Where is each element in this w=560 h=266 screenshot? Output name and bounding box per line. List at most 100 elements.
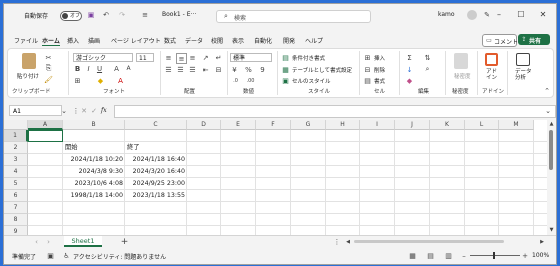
cell-b3[interactable]: 2024/1/18 10:20 (65, 154, 123, 166)
scroll-up-icon[interactable]: ▲ (547, 120, 556, 128)
row-header[interactable]: 3 (4, 154, 28, 166)
italic-icon[interactable]: I (84, 64, 93, 73)
column-header[interactable]: F (256, 120, 291, 130)
grow-font-icon[interactable]: A (112, 64, 121, 73)
enter-icon[interactable]: ✓ (90, 106, 98, 116)
tab-formulas[interactable]: 数式 (164, 36, 176, 45)
add-sheet-button[interactable]: + (120, 237, 129, 247)
select-all-corner[interactable] (4, 120, 28, 130)
row-header[interactable]: 7 (4, 202, 28, 214)
minimize-icon[interactable]: – (492, 8, 506, 20)
font-name-select[interactable]: 游ゴシック (73, 53, 133, 62)
cancel-icon[interactable]: ✕ (80, 106, 88, 116)
row-header[interactable]: 2 (4, 142, 28, 154)
zoom-level[interactable]: 100% (532, 252, 549, 259)
shrink-font-icon[interactable]: A (124, 64, 133, 73)
align-top-icon[interactable]: ≡ (164, 53, 173, 62)
tab-view[interactable]: 表示 (232, 36, 244, 45)
column-header[interactable]: B (63, 120, 125, 130)
column-header[interactable]: H (326, 120, 360, 130)
tab-home[interactable]: ホーム (42, 36, 60, 46)
column-header[interactable]: L (465, 120, 499, 130)
more-icon[interactable]: ⋮ (72, 106, 80, 116)
macro-record-icon[interactable]: ▣ (46, 251, 55, 260)
column-header[interactable]: E (221, 120, 256, 130)
search-box[interactable]: ⌕ 検索 (216, 10, 371, 23)
cell-c6[interactable]: 2023/1/18 13:55 (127, 190, 185, 202)
comments-button[interactable]: ▭ コメント (482, 34, 518, 47)
sort-filter-icon[interactable]: ⇅ (423, 53, 432, 62)
cell-c2[interactable]: 終了 (127, 142, 185, 154)
sheet-tab-sheet1[interactable]: Sheet1 (64, 236, 102, 247)
align-right-icon[interactable]: ☰ (188, 65, 197, 74)
conditional-format-icon[interactable]: ▤ (281, 53, 290, 62)
collapse-ribbon-icon[interactable]: ⌃ (543, 87, 551, 95)
increase-decimal-icon[interactable]: .0 (230, 76, 241, 85)
data-analysis-label[interactable]: データ 分析 (515, 69, 532, 81)
vertical-scrollbar[interactable]: ▲ ▼ (547, 120, 556, 235)
cell-b5[interactable]: 2023/10/6 4:08 (65, 178, 123, 190)
next-sheet-icon[interactable]: › (44, 237, 53, 246)
format-cells-icon[interactable]: ▤ (363, 76, 372, 85)
tab-automate[interactable]: 自動化 (254, 36, 272, 45)
customize-qat-icon[interactable]: ≡ (140, 10, 150, 20)
expand-formula-icon[interactable]: ⌄ (544, 106, 552, 116)
sensitivity-label[interactable]: 秘密度 (454, 72, 471, 80)
tab-draw[interactable]: 描画 (88, 36, 100, 45)
font-size-select[interactable]: 11 (136, 53, 154, 62)
column-header[interactable]: K (430, 120, 465, 130)
column-header[interactable]: G (291, 120, 326, 130)
cut-icon[interactable]: ✂ (44, 53, 53, 62)
fill-icon[interactable]: ↓ (405, 65, 414, 74)
insert-label[interactable]: 挿入 (374, 54, 385, 62)
zoom-slider-thumb[interactable] (493, 252, 495, 259)
align-left-icon[interactable]: ☰ (164, 65, 173, 74)
align-center-icon[interactable]: ☰ (176, 65, 185, 74)
cell-styles-icon[interactable]: ▣ (281, 76, 290, 85)
format-as-table-icon[interactable]: ▦ (281, 65, 290, 74)
scroll-right-icon[interactable]: ▶ (538, 237, 546, 246)
cell-c3[interactable]: 2024/1/18 16:40 (127, 154, 185, 166)
copy-icon[interactable]: ⎘ (44, 64, 53, 73)
row-header[interactable]: 9 (4, 226, 28, 235)
find-select-icon[interactable]: ⌕ (423, 65, 432, 74)
zoom-slider[interactable] (470, 255, 520, 256)
cell-c4[interactable]: 2024/3/20 16:40 (127, 166, 185, 178)
wrap-text-icon[interactable]: ↵ (214, 53, 223, 62)
zoom-out-icon[interactable]: – (460, 251, 468, 260)
normal-view-icon[interactable]: ▦ (408, 251, 417, 260)
share-button[interactable]: ⇪ 共有 (518, 34, 550, 45)
vertical-scroll-thumb[interactable] (549, 130, 553, 170)
format-as-table-label[interactable]: テーブルとして書式設定 (292, 66, 352, 74)
tab-split-handle-icon[interactable]: ⋮ (334, 237, 341, 246)
conditional-format-label[interactable]: 条件付き書式 (292, 54, 325, 62)
scroll-left-icon[interactable]: ◀ (344, 237, 352, 246)
accessibility-status[interactable]: アクセシビリティ: 問題ありません (73, 252, 166, 261)
paste-label[interactable]: 貼り付け (17, 72, 39, 80)
prev-sheet-icon[interactable]: ‹ (32, 237, 41, 246)
scroll-down-icon[interactable]: ▼ (547, 226, 556, 234)
column-header[interactable]: M (499, 120, 534, 130)
tab-insert[interactable]: 挿入 (67, 36, 79, 45)
align-bottom-icon[interactable]: ≡ (188, 53, 197, 62)
number-format-select[interactable]: 標準 (230, 53, 272, 62)
cell-styles-label[interactable]: セルのスタイル (292, 77, 331, 85)
paste-icon[interactable] (22, 53, 36, 69)
decrease-decimal-icon[interactable]: .00 (245, 76, 256, 85)
formula-input[interactable] (114, 105, 556, 118)
font-color-icon[interactable]: A (116, 76, 125, 85)
comma-style-icon[interactable]: 9 (258, 65, 267, 74)
column-header[interactable]: A (28, 120, 63, 130)
addins-icon[interactable] (485, 53, 498, 66)
coauthor-icon[interactable]: ✎ (482, 10, 492, 20)
decrease-indent-icon[interactable]: ⇤ (201, 65, 210, 74)
save-icon[interactable]: ▣ (86, 10, 96, 20)
autosave-toggle[interactable]: オフ (60, 11, 82, 21)
underline-icon[interactable]: U (95, 64, 104, 73)
insert-cells-icon[interactable]: ⊞ (363, 53, 372, 62)
align-middle-icon[interactable]: ≡ (176, 53, 187, 64)
maximize-icon[interactable]: ☐ (514, 8, 528, 20)
close-icon[interactable]: ✕ (536, 8, 550, 20)
row-header[interactable]: 4 (4, 166, 28, 178)
tab-help[interactable]: ヘルプ (305, 36, 323, 45)
